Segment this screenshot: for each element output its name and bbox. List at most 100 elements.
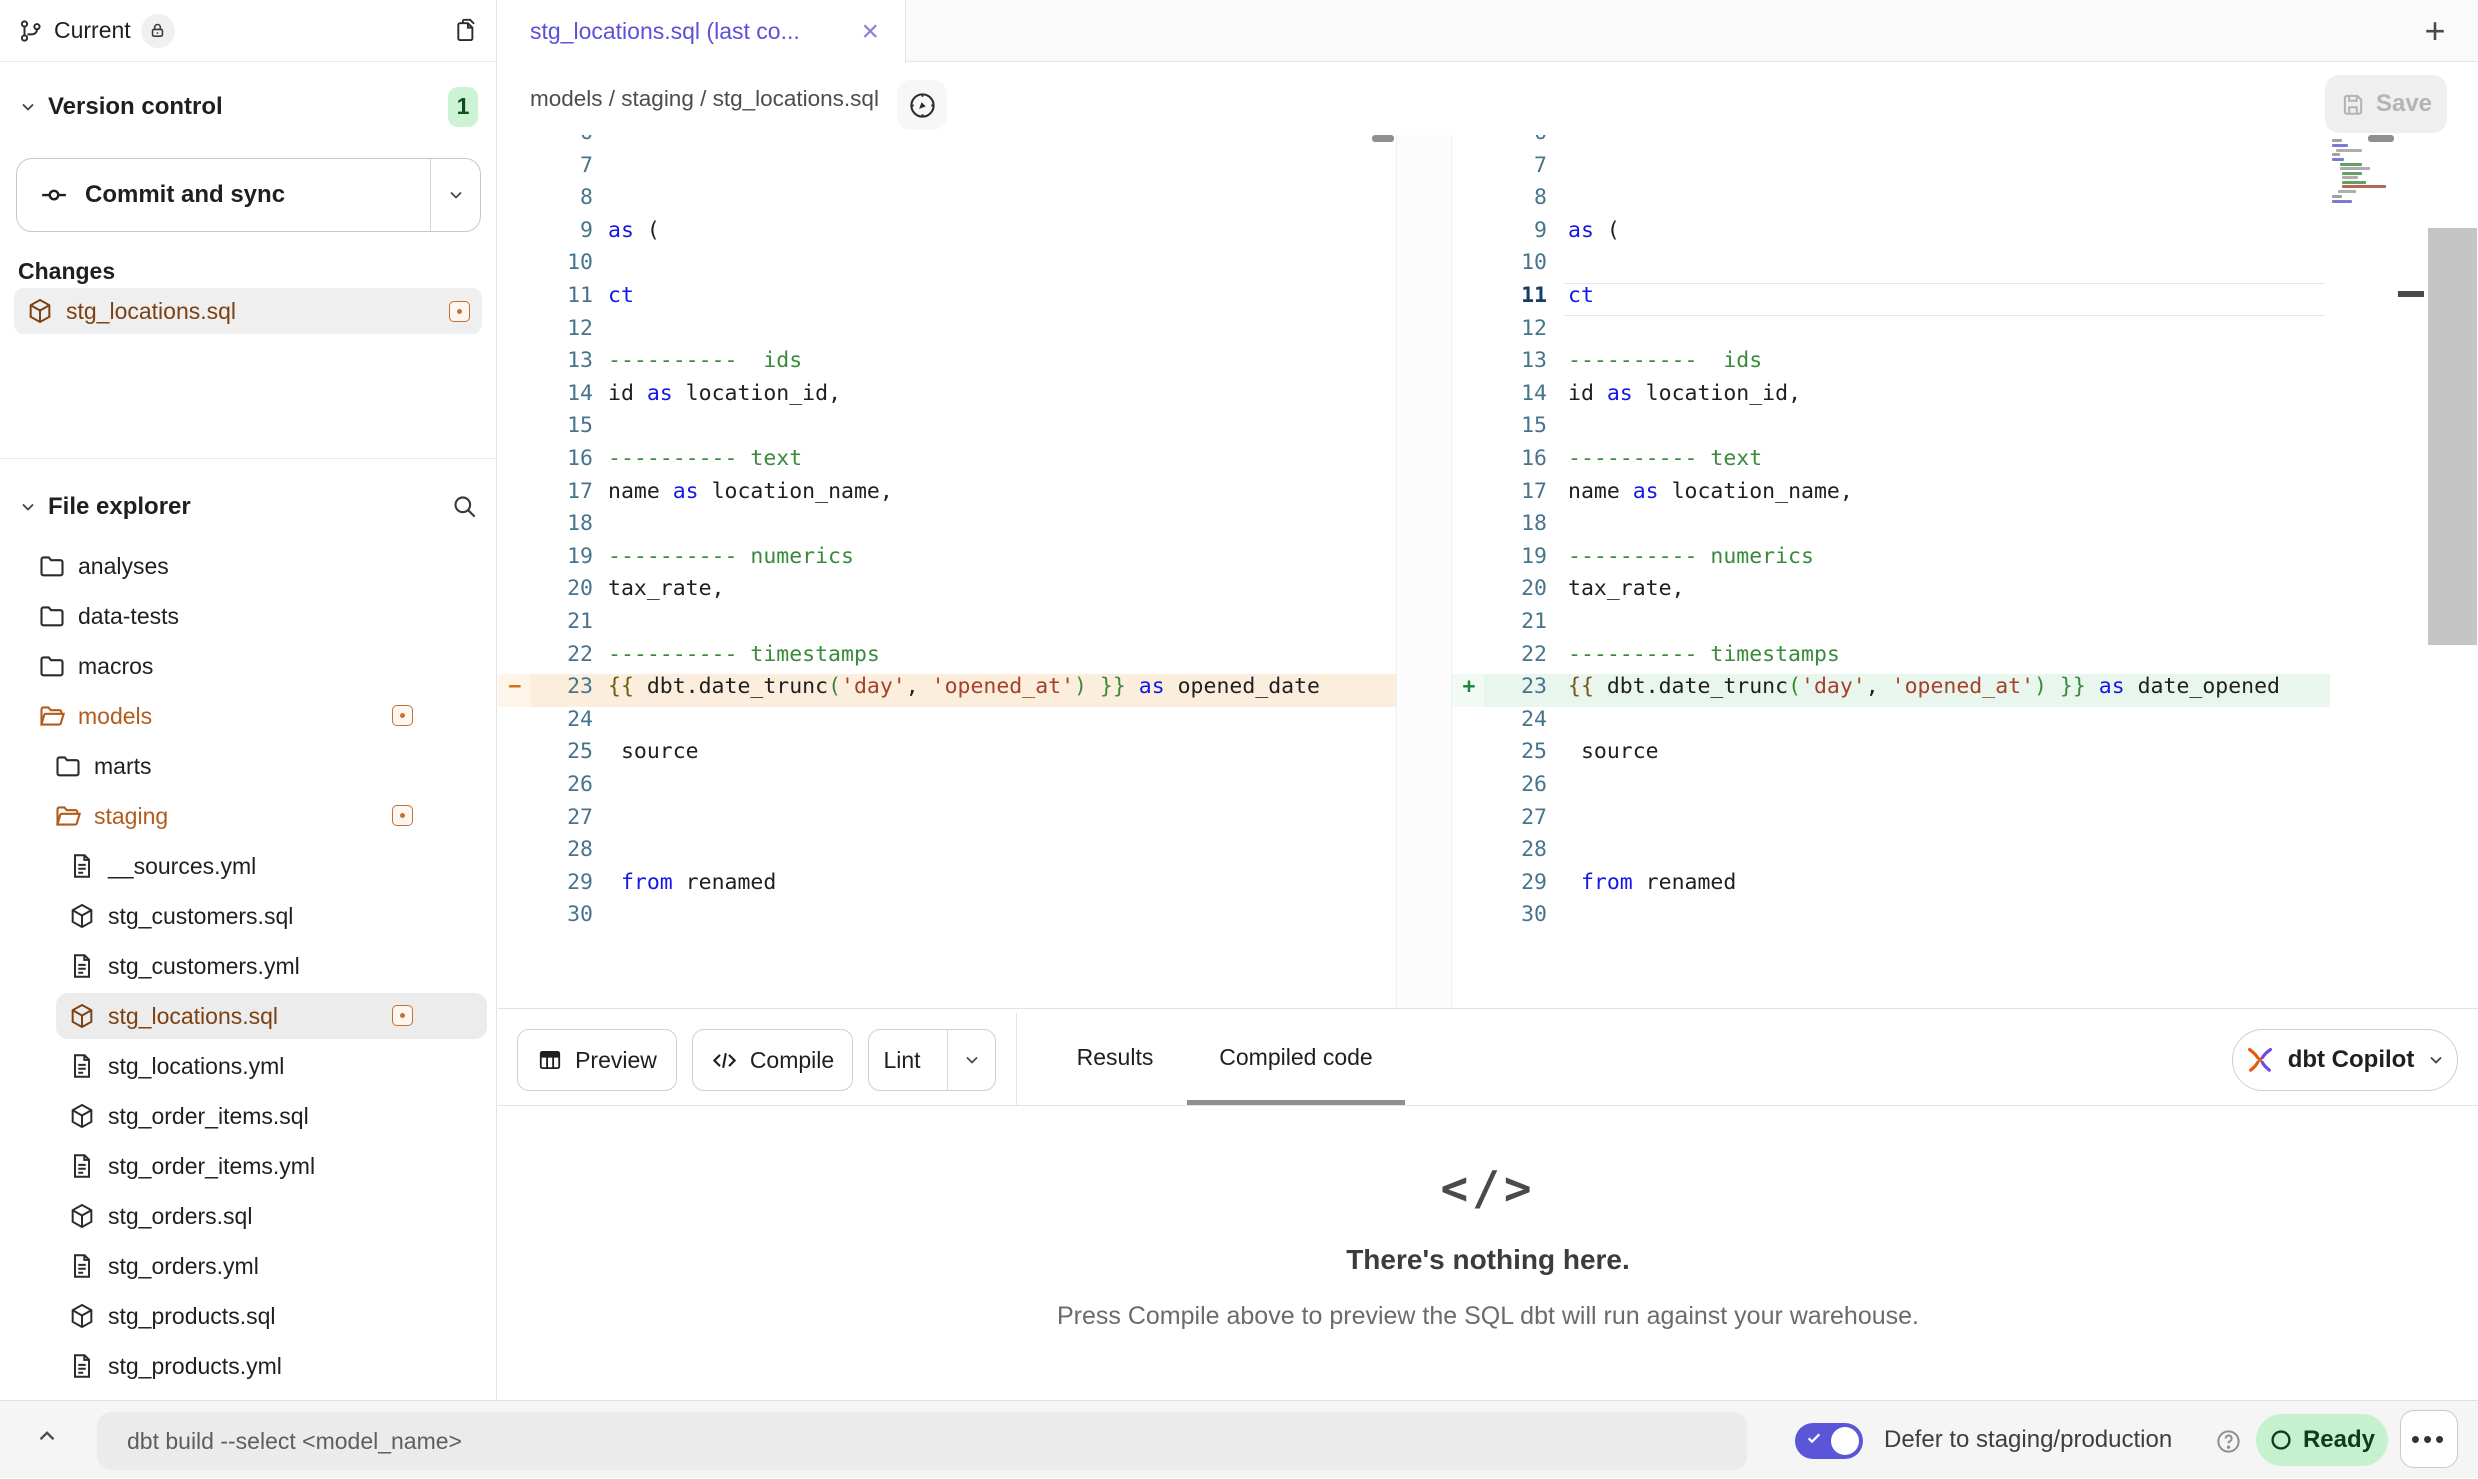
model-icon — [26, 297, 54, 325]
item-label: staging — [94, 803, 168, 830]
code-line-22: 22---------- timestamps — [498, 642, 1396, 675]
results-toolbar: Preview Compile Lint Results Compiled co… — [498, 1009, 2478, 1106]
help-icon[interactable] — [2215, 1428, 2242, 1455]
code-line-29: 29 from renamed — [498, 870, 1396, 903]
compile-label: Compile — [750, 1047, 834, 1074]
pane-divider[interactable] — [1396, 135, 1452, 1008]
sidebar-item-stg-locations-yml[interactable]: stg_locations.yml — [0, 1041, 497, 1091]
preview-label: Preview — [575, 1047, 657, 1074]
commit-and-sync-main[interactable]: Commit and sync — [17, 159, 430, 231]
diff-pane-modified[interactable]: 6789as (1011ct1213---------- ids14id as … — [1452, 135, 2330, 1008]
code-line-25: 25 source — [1452, 739, 2330, 772]
sidebar-item-stg-orders-yml[interactable]: stg_orders.yml — [0, 1241, 497, 1291]
code-line-7: 7 — [498, 153, 1396, 186]
sidebar-item-stg-products-sql[interactable]: stg_products.sql — [0, 1291, 497, 1341]
code-line-21: 21 — [498, 609, 1396, 642]
code-line-9: 9as ( — [1452, 218, 2330, 251]
code-line-9: 9as ( — [498, 218, 1396, 251]
sidebar-item-staging[interactable]: staging — [0, 791, 497, 841]
sidebar-item-marts[interactable]: marts — [0, 741, 497, 791]
diff-pane-original[interactable]: 6789as (1011ct1213---------- ids14id as … — [498, 135, 1396, 1008]
code-line-16: 16---------- text — [498, 446, 1396, 479]
command-input[interactable]: dbt build --select <model_name> — [97, 1412, 1747, 1470]
tab-compiled-code[interactable]: Compiled code — [1187, 1009, 1405, 1106]
item-label: stg_products.yml — [108, 1353, 282, 1380]
folder-icon — [38, 602, 66, 630]
lint-options-caret[interactable] — [947, 1030, 995, 1090]
sidebar-item-data-tests[interactable]: data-tests — [0, 591, 497, 641]
defer-toggle[interactable] — [1795, 1423, 1863, 1459]
model-icon — [68, 1202, 96, 1230]
code-line-6: 6 — [498, 135, 1396, 153]
sidebar-item-stg-customers-yml[interactable]: stg_customers.yml — [0, 941, 497, 991]
save-button[interactable]: Save — [2325, 75, 2447, 133]
status-badge: Ready — [2256, 1414, 2388, 1466]
tab-stg-locations[interactable]: stg_locations.sql (last co... × — [498, 0, 906, 63]
commit-options-caret[interactable] — [430, 159, 480, 231]
sidebar-item-models[interactable]: models — [0, 691, 497, 741]
item-label: stg_customers.sql — [108, 903, 293, 930]
save-label: Save — [2376, 90, 2432, 118]
copilot-label: dbt Copilot — [2288, 1046, 2415, 1074]
code-line-25: 25 source — [498, 739, 1396, 772]
modified-badge — [392, 805, 413, 826]
table-icon — [537, 1047, 563, 1073]
code-line-11: 11ct — [498, 283, 1396, 316]
changed-file-row[interactable]: stg_locations.sql — [14, 288, 482, 334]
item-label: stg_locations.sql — [108, 1003, 278, 1030]
lint-label[interactable]: Lint — [869, 1030, 935, 1090]
minimap[interactable] — [2330, 139, 2400, 339]
lock-icon — [149, 22, 166, 39]
divider — [0, 458, 497, 459]
code-line-14: 14id as location_id, — [498, 381, 1396, 414]
copilot-icon — [2244, 1044, 2276, 1076]
sidebar-item-stg-locations-sql[interactable]: stg_locations.sql — [0, 991, 497, 1041]
file-explorer-header[interactable]: File explorer — [0, 478, 496, 535]
code-line-15: 15 — [1452, 413, 2330, 446]
copy-icon[interactable] — [451, 17, 478, 44]
sidebar-item--sources-yml[interactable]: __sources.yml — [0, 841, 497, 891]
sidebar-item-stg-products-yml[interactable]: stg_products.yml — [0, 1341, 497, 1391]
compile-button[interactable]: Compile — [692, 1029, 853, 1091]
sidebar-item-stg-order-items-yml[interactable]: stg_order_items.yml — [0, 1141, 497, 1191]
modified-badge — [392, 705, 413, 726]
tab-results[interactable]: Results — [1055, 1009, 1175, 1106]
code-line-22: 22---------- timestamps — [1452, 642, 2330, 675]
code-line-18: 18 — [1452, 511, 2330, 544]
model-icon — [68, 1002, 96, 1030]
commit-and-sync-button[interactable]: Commit and sync — [16, 158, 481, 232]
dbt-copilot-button[interactable]: dbt Copilot — [2232, 1029, 2458, 1091]
branch-header: Current — [0, 0, 496, 62]
expand-panel-icon[interactable] — [34, 1423, 60, 1449]
sidebar-item-stg-orders-sql[interactable]: stg_orders.sql — [0, 1191, 497, 1241]
vertical-scrollbar[interactable] — [2428, 228, 2477, 645]
code-line-23: −23{{ dbt.date_trunc('day', 'opened_at')… — [498, 674, 1396, 707]
more-options-button[interactable]: ••• — [2400, 1410, 2458, 1468]
item-label: stg_products.sql — [108, 1303, 275, 1330]
changes-section-label: Changes — [18, 258, 115, 285]
close-icon[interactable]: × — [861, 17, 879, 47]
status-bar: dbt build --select <model_name> Defer to… — [0, 1400, 2478, 1478]
breadcrumb-row: models / staging / stg_locations.sql Sav… — [498, 62, 2478, 135]
new-tab-button[interactable]: + — [2414, 10, 2456, 52]
sidebar-item-stg-order-items-sql[interactable]: stg_order_items.sql — [0, 1091, 497, 1141]
folder-icon — [38, 652, 66, 680]
sidebar-item-stg-customers-sql[interactable]: stg_customers.sql — [0, 891, 497, 941]
code-line-27: 27 — [1452, 805, 2330, 838]
sidebar-item-analyses[interactable]: analyses — [0, 541, 497, 591]
file-explorer-title: File explorer — [48, 493, 191, 521]
preview-button[interactable]: Preview — [517, 1029, 677, 1091]
code-line-27: 27 — [498, 805, 1396, 838]
defer-label: Defer to staging/production — [1884, 1401, 2172, 1479]
doc-icon — [68, 852, 96, 880]
lint-button[interactable]: Lint — [868, 1029, 996, 1091]
code-line-28: 28 — [1452, 837, 2330, 870]
version-control-header[interactable]: Version control 1 — [0, 78, 496, 135]
search-icon[interactable] — [451, 493, 478, 520]
sidebar-item-macros[interactable]: macros — [0, 641, 497, 691]
left-scrollbar-thumb[interactable] — [1372, 135, 1394, 142]
diff-editor[interactable]: 6789as (1011ct1213---------- ids14id as … — [498, 135, 2478, 1008]
code-line-23: +23{{ dbt.date_trunc('day', 'opened_at')… — [1452, 674, 2330, 707]
lineage-button[interactable] — [897, 80, 947, 130]
item-label: __sources.yml — [108, 853, 256, 880]
